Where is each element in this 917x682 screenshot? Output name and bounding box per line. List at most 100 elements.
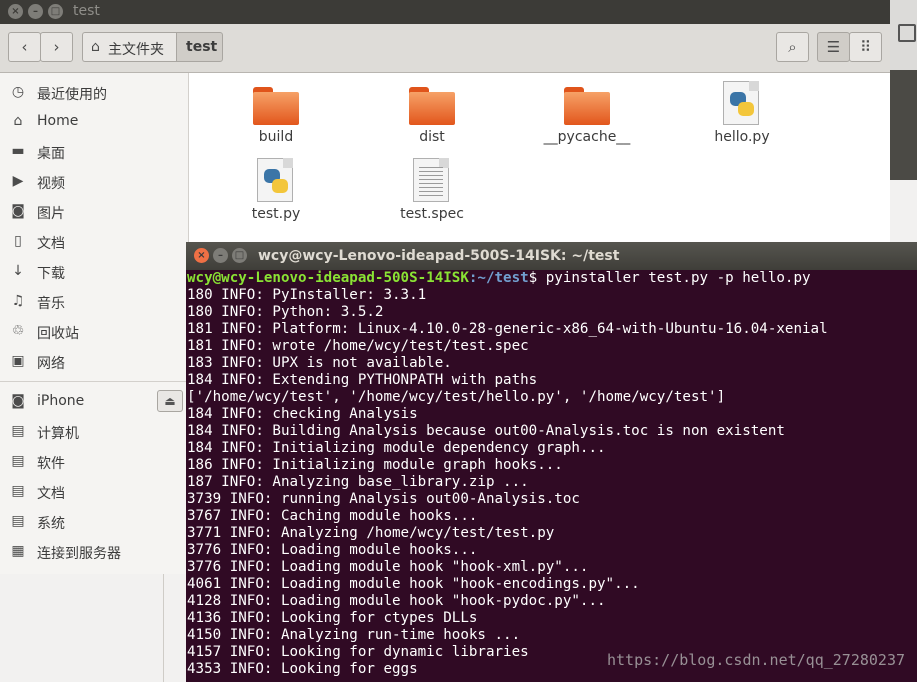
document-icon: ▯	[14, 233, 22, 249]
sidebar-item-label: 网络	[37, 356, 65, 372]
terminal-minimize-button[interactable]: –	[213, 248, 228, 263]
grid-view-button[interactable]: ⠿	[849, 32, 882, 62]
maximize-button[interactable]: □	[48, 4, 63, 19]
background-dark-region	[890, 70, 917, 180]
sidebar-item-documents[interactable]: ▯ 文档	[0, 228, 188, 256]
minimize-button[interactable]: –	[28, 4, 43, 19]
sidebar-item-desktop[interactable]: ▬ 桌面	[0, 138, 188, 166]
file-manager-toolbar: ‹ › ⌂ 主文件夹 test ⌕ ☰ ⠿	[0, 24, 890, 73]
file-item-hello-py[interactable]: hello.py	[687, 73, 797, 149]
terminal-close-button[interactable]: ×	[194, 248, 209, 263]
eject-button[interactable]: ⏏	[157, 390, 183, 412]
sidebar-item-documents-drive[interactable]: ▤ 文档	[0, 478, 188, 506]
sidebar-item-label: 最近使用的	[37, 87, 107, 103]
sidebar-item-label: 系统	[37, 516, 65, 532]
sidebar: ◷ 最近使用的 ⌂ Home ▬ 桌面 ▶ 视频 ◙ 图片 ▯ 文档 ↓ 下载 ♫ 音乐 ♲ 回收…	[0, 73, 189, 574]
file-name: test.spec	[400, 206, 464, 222]
music-icon: ♫	[11, 293, 25, 309]
terminal-line: 180 INFO: Python: 3.5.2	[187, 304, 384, 320]
sidebar-item-label: 图片	[37, 206, 65, 222]
terminal-titlebar: × – □ wcy@wcy-Lenovo-ideapad-500S-14ISK:…	[186, 242, 917, 270]
file-item-pycache[interactable]: __pycache__	[532, 73, 642, 149]
panel-icon	[898, 24, 916, 42]
file-item-dist[interactable]: dist	[377, 73, 487, 149]
sidebar-item-label: 桌面	[37, 146, 65, 162]
prompt-path: :~/test	[468, 270, 529, 286]
file-name: dist	[419, 129, 445, 145]
background-toolbar	[890, 0, 917, 71]
sidebar-item-computer[interactable]: ▤ 计算机	[0, 418, 188, 446]
file-item-build[interactable]: build	[221, 73, 331, 149]
terminal-line: 184 INFO: Building Analysis because out0…	[187, 423, 785, 439]
sidebar-item-label: 回收站	[37, 326, 79, 342]
terminal-line: 184 INFO: Initializing module dependency…	[187, 440, 606, 456]
file-item-test-py[interactable]: test.py	[221, 150, 331, 226]
sidebar-item-home[interactable]: ⌂ Home	[0, 108, 188, 136]
back-button[interactable]: ‹	[8, 32, 41, 62]
minimize-icon: –	[33, 6, 38, 17]
clock-icon: ◷	[11, 84, 25, 100]
sidebar-item-videos[interactable]: ▶ 视频	[0, 168, 188, 196]
sidebar-item-software[interactable]: ▤ 软件	[0, 448, 188, 476]
file-item-test-spec[interactable]: test.spec	[377, 150, 487, 226]
sidebar-item-connect-server[interactable]: ▦ 连接到服务器	[0, 538, 188, 566]
file-grid: build dist __pycache__ hello.py test.py …	[192, 73, 890, 243]
terminal-line: 4128 INFO: Loading module hook "hook-pyd…	[187, 593, 606, 609]
terminal-line: 3739 INFO: running Analysis out00-Analys…	[187, 491, 580, 507]
sidebar-item-label: 软件	[37, 456, 65, 472]
network-icon: ▣	[11, 353, 25, 369]
maximize-icon: □	[234, 250, 245, 261]
home-icon: ⌂	[91, 39, 100, 55]
watermark-text: https://blog.csdn.net/qq_27280237	[606, 651, 905, 669]
sidebar-item-network[interactable]: ▣ 网络	[0, 348, 188, 376]
list-view-icon: ☰	[826, 38, 841, 56]
prompt-user: wcy@wcy-Lenovo-ideapad-500S-14ISK	[187, 270, 469, 286]
python-file-icon	[257, 158, 293, 202]
maximize-icon: □	[50, 6, 61, 17]
breadcrumb-home[interactable]: ⌂ 主文件夹	[82, 32, 176, 62]
sidebar-item-music[interactable]: ♫ 音乐	[0, 288, 188, 316]
server-icon: ▦	[11, 543, 25, 559]
terminal-line: 180 INFO: PyInstaller: 3.3.1	[187, 287, 427, 303]
folder-icon	[564, 87, 610, 125]
sidebar-item-trash[interactable]: ♲ 回收站	[0, 318, 188, 346]
close-icon: ×	[11, 6, 20, 17]
sidebar-item-downloads[interactable]: ↓ 下载	[0, 258, 188, 286]
terminal-line: ['/home/wcy/test', '/home/wcy/test/hello…	[187, 389, 726, 405]
sidebar-item-label: 文档	[37, 486, 65, 502]
breadcrumb-current-label: test	[186, 39, 218, 55]
sidebar-item-pictures[interactable]: ◙ 图片	[0, 198, 188, 226]
eject-icon: ⏏	[164, 394, 176, 408]
terminal-line: 184 INFO: Extending PYTHONPATH with path…	[187, 372, 538, 388]
terminal-output[interactable]: wcy@wcy-Lenovo-ideapad-500S-14ISK:~/test…	[187, 270, 915, 682]
file-name: hello.py	[714, 129, 770, 145]
terminal-line: 3771 INFO: Analyzing /home/wcy/test/test…	[187, 525, 555, 541]
folder-icon	[253, 87, 299, 125]
sidebar-item-recent[interactable]: ◷ 最近使用的	[0, 79, 188, 107]
video-icon: ▶	[12, 173, 24, 189]
drive-icon: ▤	[11, 513, 25, 529]
breadcrumb-current[interactable]: test	[176, 32, 223, 62]
terminal-line: 4136 INFO: Looking for ctypes DLLs	[187, 610, 478, 626]
terminal-line: 187 INFO: Analyzing base_library.zip ...	[187, 474, 529, 490]
terminal-line: 4061 INFO: Loading module hook "hook-enc…	[187, 576, 640, 592]
list-view-button[interactable]: ☰	[817, 32, 850, 62]
terminal-maximize-button[interactable]: □	[232, 248, 247, 263]
file-manager-titlebar: × – □ test	[0, 0, 890, 24]
sidebar-item-label: Home	[37, 113, 79, 129]
sidebar-item-label: 文档	[37, 236, 65, 252]
window-title: test	[73, 3, 100, 19]
file-name: test.py	[251, 206, 301, 222]
terminal-line: 184 INFO: checking Analysis	[187, 406, 418, 422]
drive-icon: ▤	[11, 423, 25, 439]
terminal-line: 181 INFO: Platform: Linux-4.10.0-28-gene…	[187, 321, 828, 337]
forward-button[interactable]: ›	[40, 32, 73, 62]
terminal-line: 186 INFO: Initializing module graph hook…	[187, 457, 563, 473]
sidebar-item-label: iPhone	[37, 393, 85, 409]
sidebar-item-system[interactable]: ▤ 系统	[0, 508, 188, 536]
terminal-title: wcy@wcy-Lenovo-ideapad-500S-14ISK: ~/tes…	[258, 248, 620, 264]
search-button[interactable]: ⌕	[776, 32, 809, 62]
drive-icon: ▤	[11, 453, 25, 469]
close-button[interactable]: ×	[8, 4, 23, 19]
chevron-left-icon: ‹	[21, 38, 28, 56]
